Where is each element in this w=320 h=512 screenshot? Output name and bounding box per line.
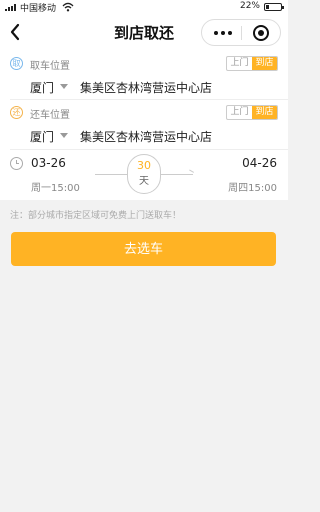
clock-icon xyxy=(10,157,23,170)
return-door-option[interactable]: 上门 xyxy=(227,106,252,119)
return-address-row: 厦门 集美区杏林湾营运中心店 xyxy=(30,126,280,146)
nav-bar: 到店取还 xyxy=(0,14,288,50)
pickup-city-select[interactable]: 厦门 xyxy=(30,79,54,96)
capsule-divider xyxy=(241,26,242,40)
return-store-option[interactable]: 到店 xyxy=(252,106,277,119)
return-date[interactable]: 04-26 xyxy=(242,156,277,170)
rental-duration-badge: 30 天 xyxy=(127,154,161,194)
signal-icon xyxy=(5,4,19,11)
return-header: 还 还车位置 上门 到店 xyxy=(10,105,278,121)
return-time[interactable]: 周四15:00 xyxy=(228,179,277,194)
booking-card: 取 取车位置 上门 到店 厦门 集美区杏林湾营运中心店 还 还车位置 上门 到店… xyxy=(0,50,288,200)
rental-dates[interactable]: 03-26 周一15:00 30 天 04-26 周四15:00 xyxy=(0,150,288,200)
return-store-name[interactable]: 集美区杏林湾营运中心店 xyxy=(80,128,212,145)
pickup-label: 取车位置 xyxy=(30,61,70,72)
divider xyxy=(10,99,288,100)
battery-percent: 22% xyxy=(239,1,260,11)
pickup-time[interactable]: 周一15:00 xyxy=(31,179,80,194)
choose-car-button[interactable]: 去选车 xyxy=(11,232,276,266)
return-label: 还车位置 xyxy=(30,110,70,121)
close-mini-program-icon[interactable] xyxy=(253,25,269,41)
return-city-dropdown-icon[interactable] xyxy=(60,133,68,138)
pickup-mode-toggle: 上门 到店 xyxy=(226,56,278,71)
battery-icon xyxy=(264,3,284,11)
rental-days-unit: 天 xyxy=(139,176,149,187)
pickup-store-name[interactable]: 集美区杏林湾营运中心店 xyxy=(80,79,212,96)
status-bar: 中国移动 22% xyxy=(0,0,288,14)
duration-line-left xyxy=(95,174,128,175)
pickup-location-icon: 取 xyxy=(10,57,23,70)
more-icon[interactable] xyxy=(214,31,232,35)
pickup-city-dropdown-icon[interactable] xyxy=(60,84,68,89)
wifi-icon xyxy=(62,2,74,12)
pickup-door-option[interactable]: 上门 xyxy=(227,57,252,70)
return-location-icon: 还 xyxy=(10,106,23,119)
return-mode-toggle: 上门 到店 xyxy=(226,105,278,120)
mini-program-capsule xyxy=(201,19,281,46)
pickup-address-row: 厦门 集美区杏林湾营运中心店 xyxy=(30,77,280,97)
return-city-select[interactable]: 厦门 xyxy=(30,128,54,145)
duration-arrow-icon xyxy=(160,174,193,175)
pickup-header: 取 取车位置 上门 到店 xyxy=(10,56,278,72)
pickup-store-option[interactable]: 到店 xyxy=(252,57,277,70)
rental-days: 30 xyxy=(137,159,151,172)
pickup-date[interactable]: 03-26 xyxy=(31,156,66,170)
service-note: 注：部分城市指定区域可免费上门送取车！ xyxy=(10,211,182,221)
carrier-name: 中国移动 xyxy=(20,4,57,14)
